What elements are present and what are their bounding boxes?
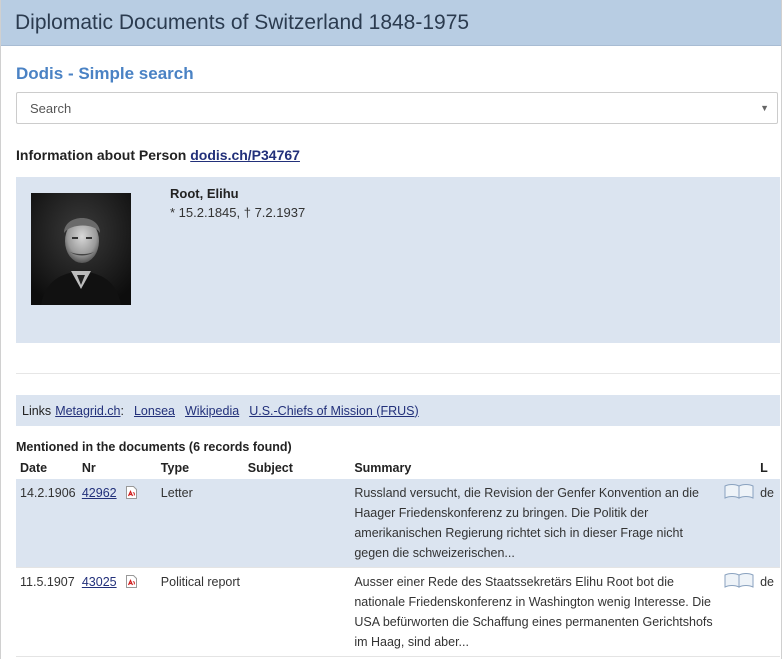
- row-subject: [248, 479, 355, 568]
- row-type: Political report: [160, 575, 240, 589]
- document-link[interactable]: 43025: [82, 575, 117, 589]
- column-header-subject[interactable]: Subject: [248, 458, 355, 479]
- caret-down-icon: ▼: [760, 103, 769, 113]
- portrait-image: [31, 193, 131, 305]
- divider: [16, 373, 780, 374]
- search-select-value: Search: [30, 100, 72, 116]
- pdf-icon[interactable]: [126, 575, 138, 588]
- links-colon: :: [120, 403, 124, 418]
- column-header-blank: [724, 458, 760, 479]
- documents-heading: Mentioned in the documents (6 records fo…: [16, 440, 292, 454]
- document-link[interactable]: 42962: [82, 486, 117, 500]
- row-nr-cell: 43025: [82, 568, 161, 657]
- search-section-title: Dodis - Simple search: [16, 64, 194, 83]
- person-permalink[interactable]: dodis.ch/P34767: [190, 147, 300, 163]
- search-select[interactable]: Search ▼: [16, 92, 778, 124]
- pdf-icon[interactable]: [126, 486, 138, 499]
- page-frame: Diplomatic Documents of Switzerland 1848…: [0, 0, 782, 659]
- links-label: Links: [22, 403, 52, 418]
- person-life-dates: * 15.2.1845, † 7.2.1937: [170, 205, 306, 220]
- row-lang: de: [760, 575, 774, 589]
- book-icon[interactable]: [724, 572, 754, 588]
- row-subject: [248, 568, 355, 657]
- row-summary: Ausser einer Rede des Staatssekretärs El…: [354, 575, 713, 649]
- row-book-cell: [724, 479, 760, 568]
- link-lonsea[interactable]: Lonsea: [134, 404, 175, 418]
- person-info-heading: Information about Person dodis.ch/P34767: [16, 147, 300, 163]
- site-title: Diplomatic Documents of Switzerland 1848…: [15, 10, 470, 34]
- person-name: Root, Elihu: [170, 186, 239, 201]
- external-links-bar: Links Metagrid.ch : Lonsea Wikipedia U.S…: [16, 395, 780, 426]
- documents-table: Date Nr Type Subject Summary L 14.2.1906…: [16, 458, 780, 657]
- row-type: Letter: [160, 486, 193, 500]
- site-header: Diplomatic Documents of Switzerland 1848…: [1, 0, 781, 46]
- row-summary: Russland versucht, die Revision der Genf…: [354, 486, 699, 560]
- row-book-cell: [724, 568, 760, 657]
- row-lang: de: [760, 486, 774, 500]
- link-metagrid[interactable]: Metagrid.ch: [55, 404, 120, 418]
- row-date: 11.5.1907: [20, 575, 75, 589]
- person-info-prefix: Information about Person: [16, 147, 187, 163]
- table-header-row: Date Nr Type Subject Summary L: [16, 458, 780, 479]
- table-row: 14.2.1906 42962 Letter Russland versucht…: [16, 479, 780, 568]
- book-icon[interactable]: [724, 483, 754, 499]
- column-header-nr[interactable]: Nr: [82, 458, 161, 479]
- column-header-date[interactable]: Date: [16, 458, 82, 479]
- column-header-type[interactable]: Type: [161, 458, 248, 479]
- link-wikipedia[interactable]: Wikipedia: [185, 404, 239, 418]
- link-frus[interactable]: U.S.-Chiefs of Mission (FRUS): [249, 404, 418, 418]
- person-panel: Root, Elihu * 15.2.1845, † 7.2.1937: [16, 177, 780, 343]
- person-portrait: [31, 193, 131, 305]
- row-date: 14.2.1906: [20, 486, 76, 500]
- table-row: 11.5.1907 43025 Political report Ausser …: [16, 567, 780, 657]
- column-header-lang[interactable]: L: [760, 458, 780, 479]
- row-nr-cell: 42962: [82, 479, 161, 568]
- column-header-summary[interactable]: Summary: [354, 458, 724, 479]
